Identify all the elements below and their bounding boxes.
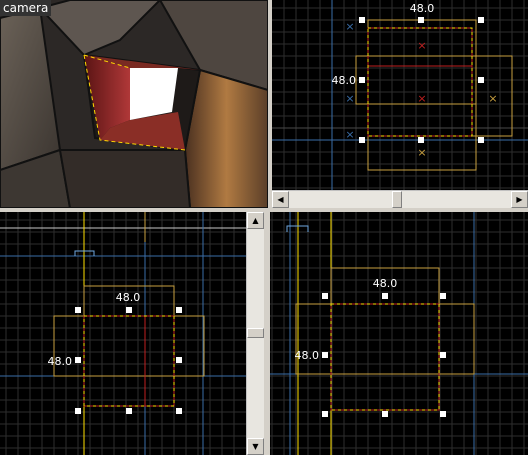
top-grid: × × × × × × × 48.0 48.0 (272, 0, 528, 191)
svg-text:×: × (345, 20, 354, 33)
svg-text:×: × (417, 92, 426, 105)
top-horizontal-scrollbar[interactable]: ◀ ▶ (272, 190, 528, 208)
scroll-left-arrow-icon[interactable]: ◀ (272, 191, 289, 208)
front-viewport[interactable]: 48.0 48.0 ▲ ▼ (0, 212, 264, 455)
svg-text:×: × (345, 92, 354, 105)
side-height-label: 48.0 (295, 349, 320, 362)
side-width-label: 48.0 (373, 277, 398, 290)
camera-viewport[interactable]: camera (0, 0, 268, 208)
svg-text:×: × (345, 128, 354, 141)
top-height-label: 48.0 (332, 74, 357, 87)
side-viewport[interactable]: 48.0 48.0 (270, 212, 528, 455)
top-width-label: 48.0 (410, 2, 435, 15)
side-grid: 48.0 48.0 (270, 212, 528, 455)
front-width-label: 48.0 (116, 291, 141, 304)
scroll-thumb[interactable] (392, 191, 402, 208)
top-viewport[interactable]: × × × × × × × 48.0 48.0 ◀ ▶ (272, 0, 528, 208)
svg-text:×: × (417, 146, 426, 159)
camera-label: camera (0, 0, 52, 16)
front-height-label: 48.0 (48, 355, 73, 368)
scroll-down-arrow-icon[interactable]: ▼ (247, 438, 264, 455)
scroll-up-arrow-icon[interactable]: ▲ (247, 212, 264, 229)
front-grid: 48.0 48.0 (0, 212, 247, 455)
svg-text:×: × (488, 92, 497, 105)
scroll-thumb[interactable] (247, 328, 264, 338)
front-vertical-scrollbar[interactable]: ▲ ▼ (246, 212, 264, 455)
scroll-right-arrow-icon[interactable]: ▶ (511, 191, 528, 208)
svg-text:×: × (417, 39, 426, 52)
camera-scene (0, 0, 268, 208)
